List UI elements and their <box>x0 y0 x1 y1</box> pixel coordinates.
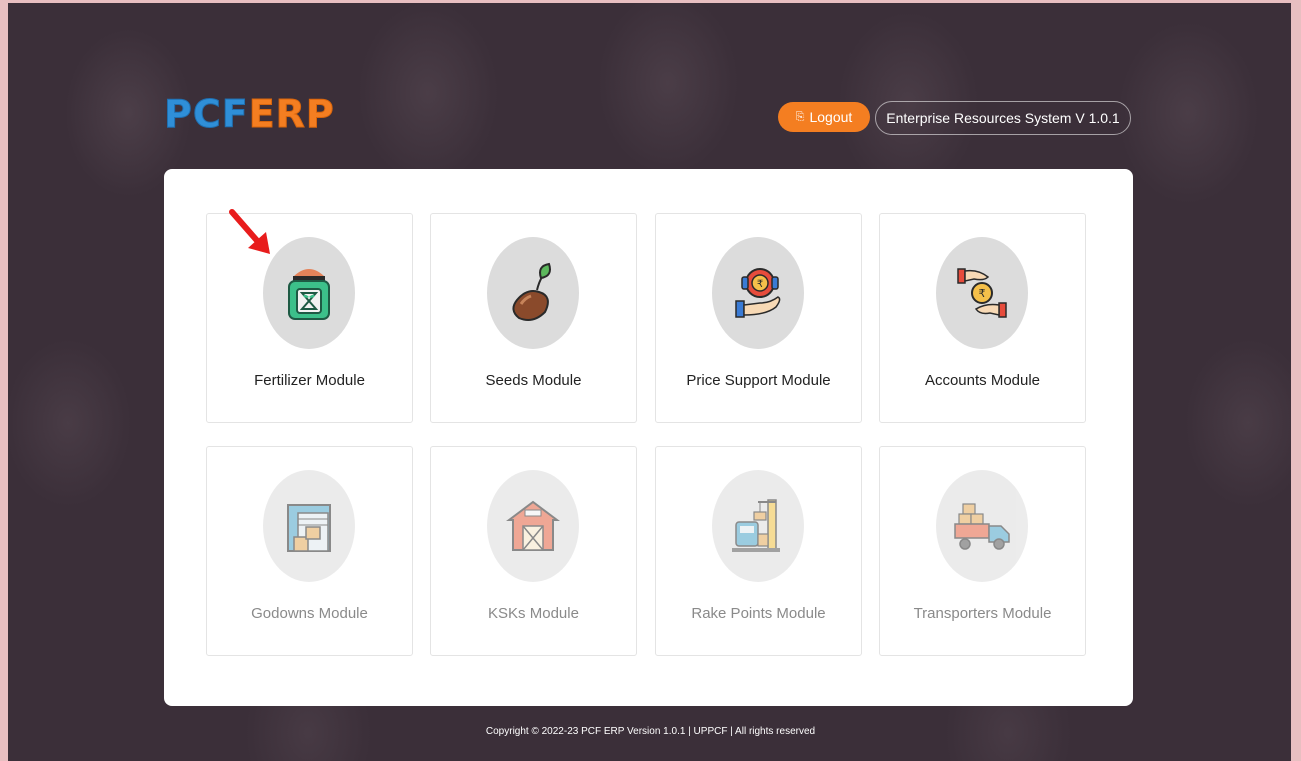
module-panel: Fertilizer Module Seeds Module ₹ Price S… <box>164 169 1133 706</box>
module-icon-circle <box>712 470 804 582</box>
module-label: Accounts Module <box>924 372 1041 389</box>
module-icon-circle: ₹ <box>712 237 804 349</box>
module-label: KSKs Module <box>488 605 579 622</box>
module-label: Price Support Module <box>686 372 831 389</box>
module-card-ksks[interactable]: KSKs Module <box>430 446 637 656</box>
svg-text:₹: ₹ <box>757 279 763 290</box>
module-label: Fertilizer Module <box>254 372 365 389</box>
module-icon-circle <box>263 470 355 582</box>
logo-pcf-text: PCF <box>164 92 249 137</box>
module-label: Rake Points Module <box>691 605 826 622</box>
rupee-support-hand-icon: ₹ <box>735 268 781 318</box>
logout-button[interactable]: ⎘ Logout <box>778 102 870 132</box>
module-label: Seeds Module <box>485 372 582 389</box>
logo-erp-text: ERP <box>248 92 335 137</box>
sprouting-seed-icon <box>512 262 551 321</box>
module-card-price-support[interactable]: ₹ Price Support Module <box>655 213 862 423</box>
red-arrow-annotation-icon <box>229 209 270 254</box>
module-card-accounts[interactable]: ₹ Accounts Module <box>879 213 1086 423</box>
module-icon-circle <box>487 237 579 349</box>
system-version-badge: Enterprise Resources System V 1.0.1 <box>875 101 1131 135</box>
delivery-truck-icon <box>954 503 1010 550</box>
module-label: Transporters Module <box>913 605 1052 622</box>
train-loading-icon <box>732 499 780 552</box>
logout-label: Logout <box>809 109 853 125</box>
warehouse-icon <box>287 504 331 552</box>
module-card-seeds[interactable]: Seeds Module <box>430 213 637 423</box>
module-card-transporters[interactable]: Transporters Module <box>879 446 1086 656</box>
module-icon-circle: ₹ <box>936 237 1028 349</box>
system-version-label: Enterprise Resources System V 1.0.1 <box>886 110 1120 126</box>
svg-text:₹: ₹ <box>979 287 986 300</box>
module-card-godowns[interactable]: Godowns Module <box>206 446 413 656</box>
rupee-coin-hands-icon: ₹ <box>957 268 1007 318</box>
sign-out-icon: ⎘ <box>795 110 805 123</box>
barn-icon <box>506 500 560 551</box>
module-label: Godowns Module <box>251 605 368 622</box>
module-card-rake-points[interactable]: Rake Points Module <box>655 446 862 656</box>
fertilizer-bag-icon <box>288 269 330 320</box>
module-icon-circle <box>487 470 579 582</box>
module-icon-circle <box>936 470 1028 582</box>
pcf-erp-logo: PCF ERP <box>164 92 335 137</box>
module-icon-circle <box>263 237 355 349</box>
footer-copyright: Copyright © 2022-23 PCF ERP Version 1.0.… <box>485 726 816 737</box>
